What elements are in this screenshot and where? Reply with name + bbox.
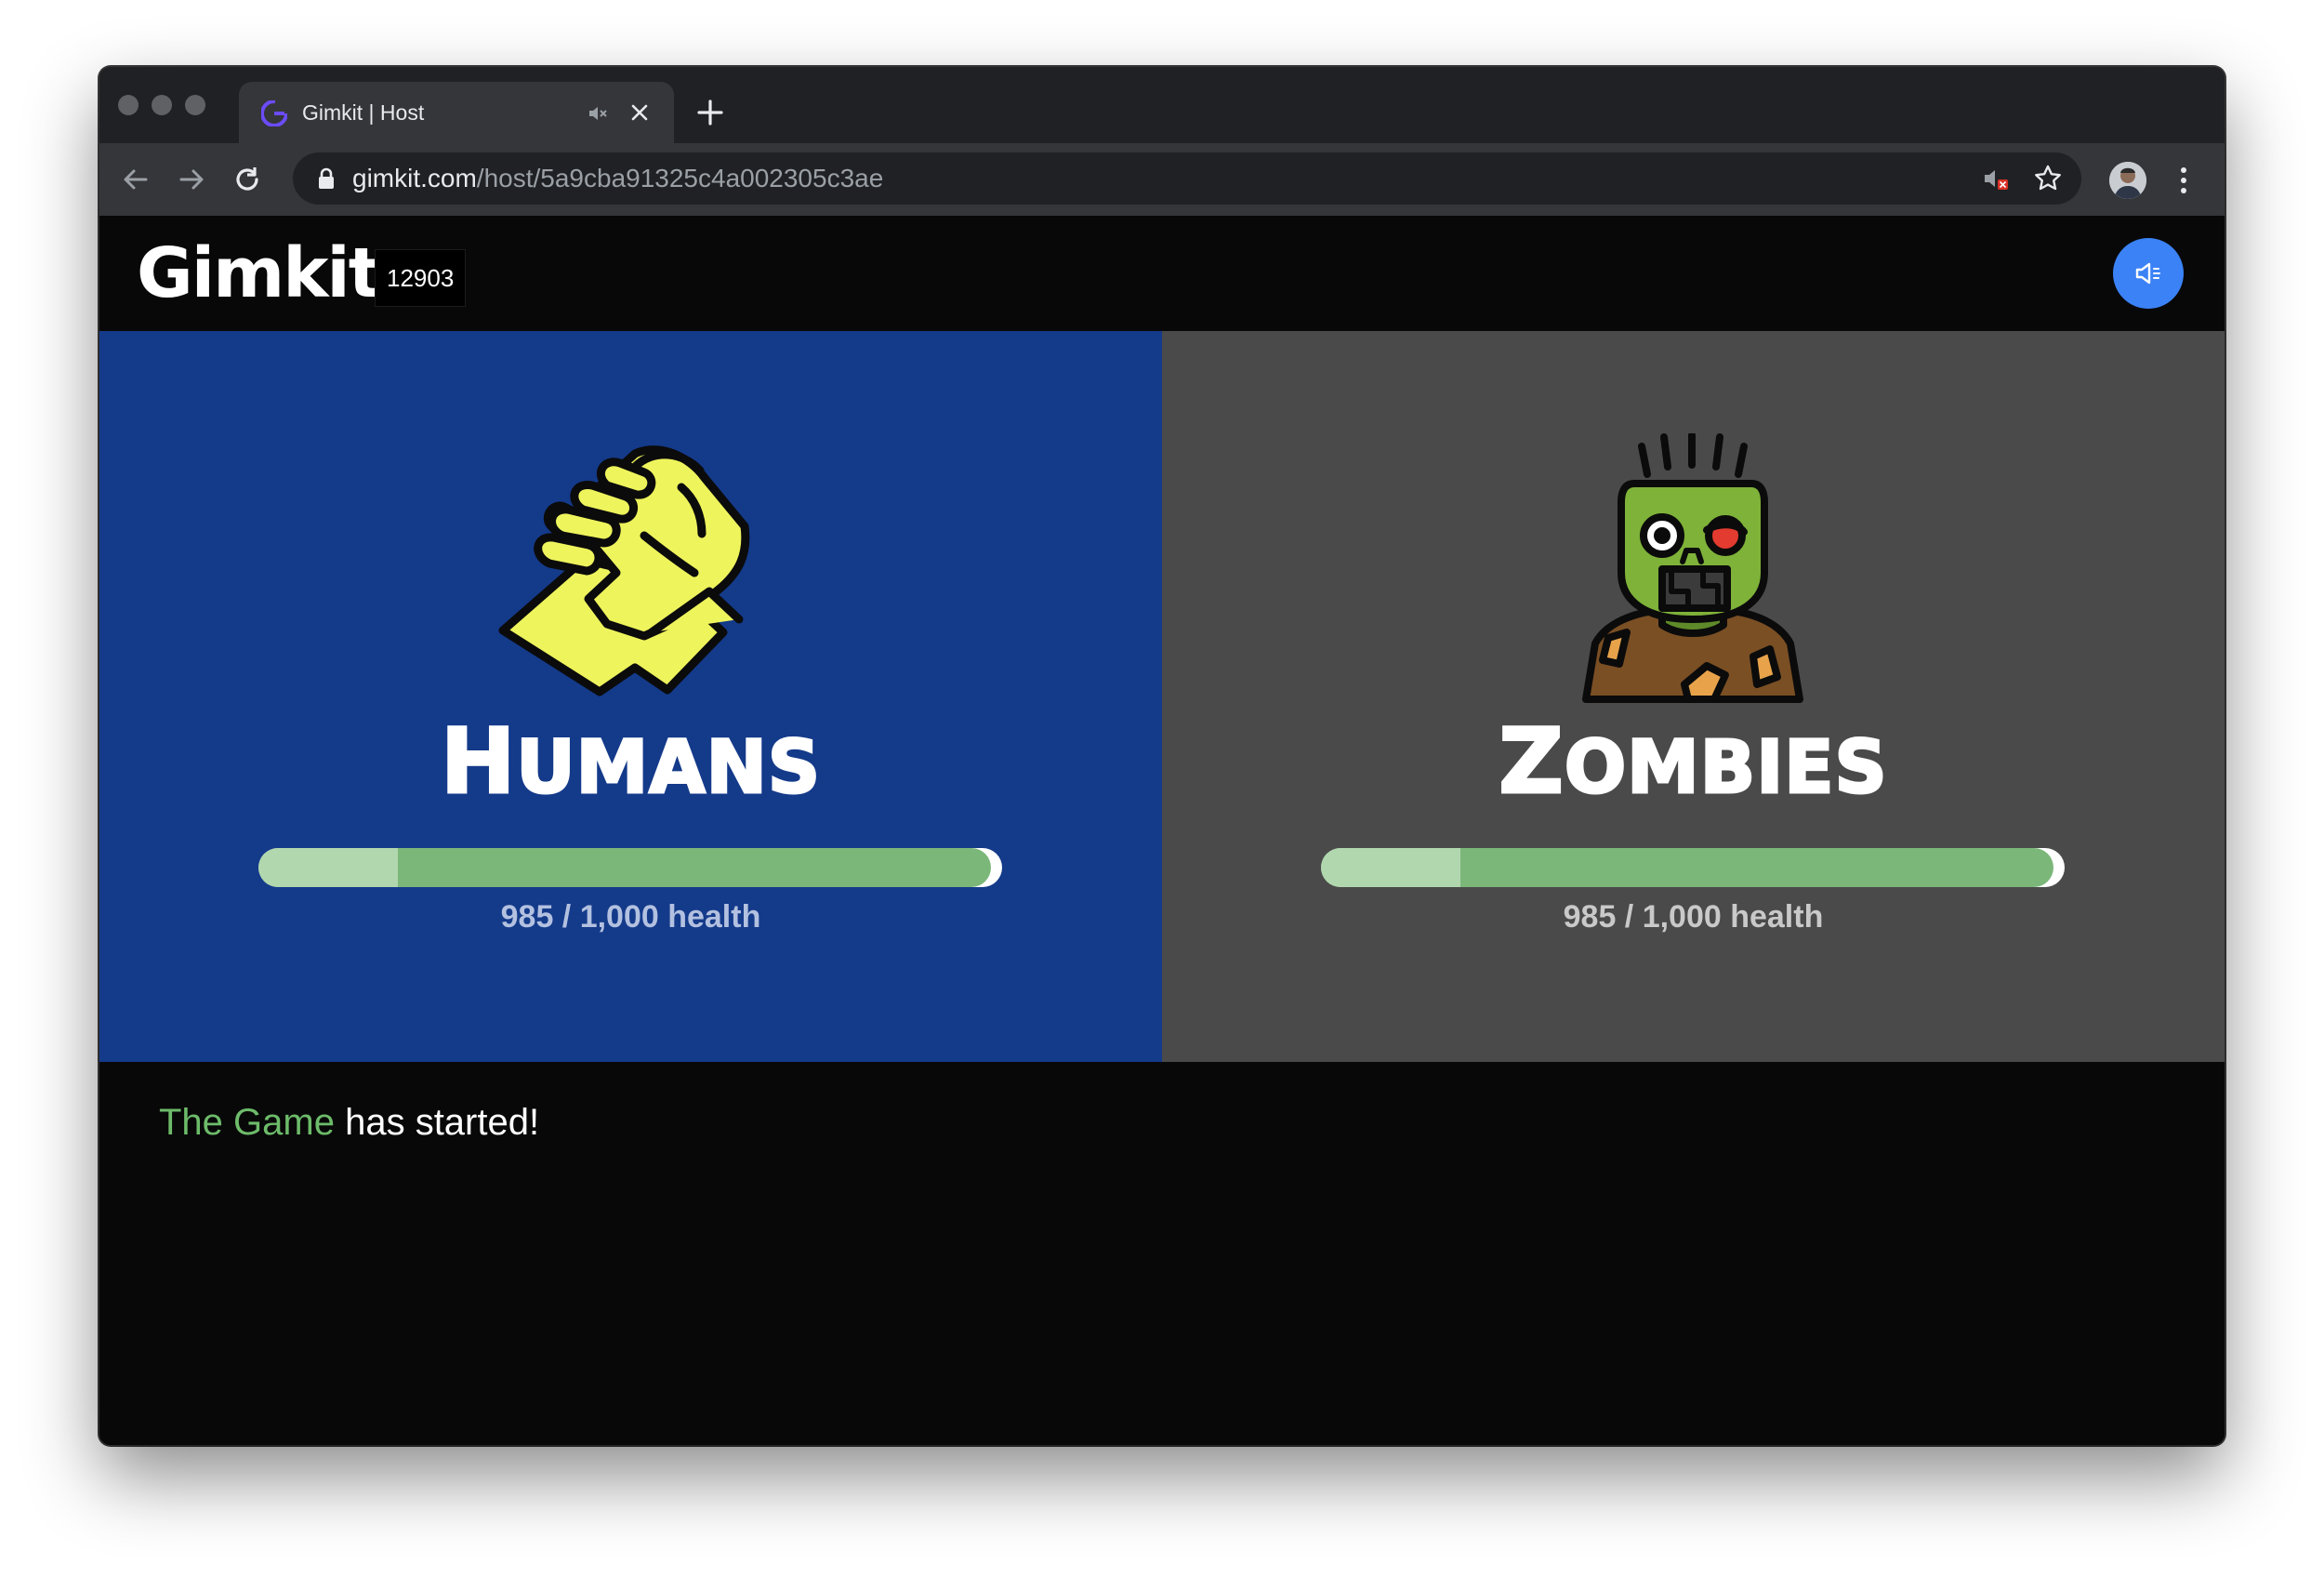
profile-avatar[interactable] — [2109, 162, 2146, 199]
url-text: gimkit.com/host/5a9cba91325c4a002305c3ae — [352, 164, 884, 192]
log-entry-highlight: The Game — [159, 1102, 335, 1143]
team-panel-humans: HUMANS 985 / 1,000 health — [99, 331, 1162, 1062]
zombie-icon — [1582, 433, 1803, 703]
more-menu-icon[interactable] — [2174, 164, 2193, 197]
forward-arrow-icon[interactable] — [174, 162, 209, 197]
browser-toolbar: gimkit.com/host/5a9cba91325c4a002305c3ae — [99, 143, 2225, 216]
log-entry: The Game has started! — [159, 1099, 539, 1146]
gimkit-g-icon — [261, 100, 287, 126]
tab-close-icon[interactable] — [627, 100, 652, 125]
event-log: The Game has started! — [99, 1062, 2225, 1445]
tab-gimkit-host[interactable]: Gimkit | Host — [239, 82, 674, 143]
sound-toggle-button[interactable] — [2113, 238, 2184, 309]
team-name-humans: HUMANS — [439, 709, 822, 815]
bookmark-star-icon[interactable] — [2033, 164, 2063, 193]
tab-strip: Gimkit | Host — [99, 67, 2225, 143]
gimkit-header: Gimkit 12903 — [99, 216, 2225, 331]
address-bar[interactable]: gimkit.com/host/5a9cba91325c4a002305c3ae — [293, 152, 2081, 205]
handshake-icon — [498, 445, 750, 696]
reload-icon[interactable] — [230, 162, 265, 197]
tab-title: Gimkit | Host — [302, 100, 425, 125]
lock-icon[interactable] — [317, 167, 336, 190]
back-arrow-icon[interactable] — [118, 162, 153, 197]
close-window-button[interactable] — [118, 95, 139, 115]
team-panel-zombies: ZOMBIES 985 / 1,000 health — [1162, 331, 2225, 1062]
game-code-badge: 12903 — [375, 249, 467, 307]
browser-window: Gimkit | Host gimkit.com/host/5a9cba9132… — [99, 67, 2225, 1445]
health-bar-humans — [258, 848, 1002, 887]
team-name-zombies: ZOMBIES — [1498, 709, 1888, 815]
sound-blocked-icon[interactable] — [1981, 164, 2011, 193]
tab-muted-icon[interactable] — [587, 102, 609, 125]
minimize-window-button[interactable] — [152, 95, 172, 115]
health-text-zombies: 985 / 1,000 health — [1563, 899, 1824, 935]
maximize-window-button[interactable] — [185, 95, 205, 115]
plus-icon[interactable] — [694, 97, 726, 128]
log-entry-text: has started! — [334, 1102, 540, 1143]
gimkit-logo[interactable]: Gimkit — [137, 234, 381, 312]
health-bar-segment — [1321, 848, 1460, 887]
health-bar-segment — [258, 848, 398, 887]
health-text-humans: 985 / 1,000 health — [500, 899, 761, 935]
profile-photo-icon — [2109, 162, 2146, 199]
speaker-icon — [2135, 262, 2160, 285]
health-bar-zombies — [1321, 848, 2065, 887]
